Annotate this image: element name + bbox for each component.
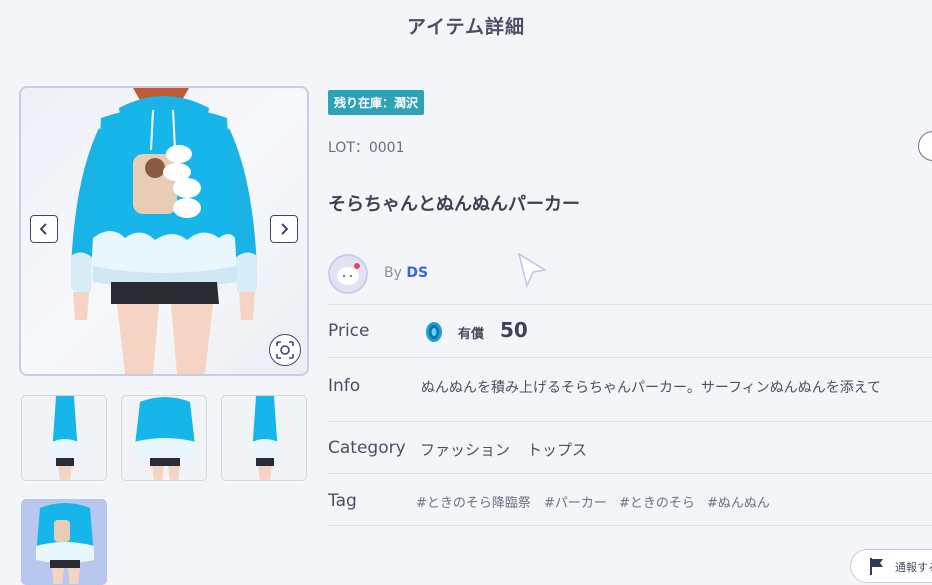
info-label: Info — [328, 376, 361, 396]
chevron-right-icon — [281, 223, 289, 235]
category-link[interactable]: ファッション — [420, 439, 510, 460]
item-name: そらちゃんとぬんぬんパーカー — [328, 194, 580, 215]
divider — [328, 357, 932, 358]
item-preview-image — [71, 88, 257, 374]
price-value: 50 — [500, 318, 528, 342]
divider — [328, 473, 932, 474]
lot-number: LOT：0001 — [328, 140, 405, 156]
mouse-cursor-icon — [517, 252, 547, 288]
tag-link[interactable]: #ぬんぬん — [707, 492, 770, 511]
thumbnail-image — [252, 396, 278, 480]
scan-icon — [276, 341, 294, 359]
thumbnail-side-view-2[interactable] — [221, 395, 307, 481]
previous-image-button[interactable] — [30, 215, 58, 243]
category-label: Category — [328, 438, 406, 458]
coin-icon — [424, 321, 444, 347]
creator-avatar[interactable] — [328, 254, 368, 294]
thumbnail-back-view[interactable] — [121, 395, 207, 481]
thumbnail-front-view[interactable] — [21, 499, 107, 585]
thumbnail-image — [36, 503, 94, 584]
thumbnail-image — [52, 396, 78, 480]
tag-label: Tag — [328, 491, 357, 511]
favorite-button[interactable] — [918, 131, 932, 161]
creator-link[interactable]: DS — [406, 265, 428, 281]
avatar-image — [337, 263, 360, 285]
next-image-button[interactable] — [270, 215, 298, 243]
flag-icon — [870, 558, 883, 575]
chevron-left-icon — [39, 223, 47, 235]
divider — [328, 421, 932, 422]
thumbnail-image — [134, 397, 196, 480]
category-link[interactable]: トップス — [527, 439, 587, 460]
divider — [328, 525, 932, 526]
tag-link[interactable]: #ときのそら — [619, 492, 695, 511]
by-label: By — [384, 265, 402, 281]
tag-link[interactable]: #ときのそら降臨祭 — [416, 492, 531, 511]
report-label: 通報する — [895, 561, 932, 574]
info-description: ぬんぬんを積み上げるそらちゃんパーカー。サーフィンぬんぬんを添えて — [421, 380, 882, 396]
thumbnail-side-view[interactable] — [21, 395, 107, 481]
tag-link[interactable]: #パーカー — [544, 492, 607, 511]
stock-badge: 残り在庫：潤沢 — [328, 90, 425, 115]
price-label: Price — [328, 321, 370, 341]
creator-byline: By DS — [384, 265, 428, 281]
item-preview-viewer[interactable] — [19, 86, 309, 376]
report-button[interactable]: 通報する — [850, 549, 932, 583]
ar-view-button[interactable] — [269, 334, 301, 366]
price-type: 有償 — [458, 327, 485, 342]
page-title: アイテム詳細 — [406, 16, 526, 38]
divider — [328, 304, 932, 305]
